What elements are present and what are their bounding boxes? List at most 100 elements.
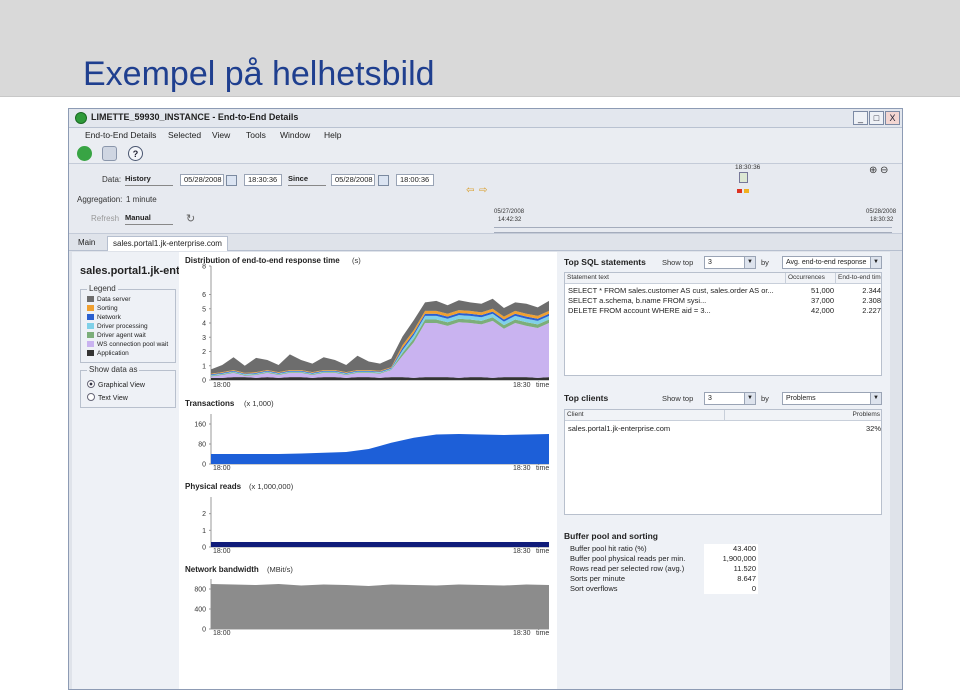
reads-x-label: time bbox=[536, 548, 550, 555]
close-button[interactable]: X bbox=[885, 111, 900, 125]
chevron-down-icon: ▼ bbox=[744, 257, 755, 268]
menu-selected[interactable]: Selected bbox=[168, 130, 201, 140]
zoom-in-icon[interactable]: ⊕ bbox=[869, 165, 877, 176]
reads-chart-title: Physical reads bbox=[185, 482, 242, 491]
transactions-x-start: 18:00 bbox=[213, 465, 231, 472]
legend-swatch bbox=[87, 341, 94, 347]
range-start-time: 14:42:32 bbox=[498, 217, 522, 223]
data-mode-dropdown[interactable]: History bbox=[125, 173, 173, 186]
menu-window[interactable]: Window bbox=[280, 130, 310, 140]
refresh-dropdown[interactable]: Manual bbox=[125, 212, 173, 225]
charts-panel: Distribution of end-to-end response time… bbox=[179, 252, 557, 689]
y-tick-label: 0 bbox=[202, 378, 206, 385]
help-icon[interactable]: ? bbox=[128, 146, 143, 161]
legend-label: Data server bbox=[97, 296, 131, 303]
radio-selected-icon bbox=[87, 380, 95, 388]
legend-label: Application bbox=[97, 350, 129, 357]
sql-title: Top SQL statements bbox=[564, 257, 646, 267]
sql-col-time[interactable]: End-to-end time bbox=[836, 273, 881, 284]
text-view-label: Text View bbox=[98, 395, 128, 402]
minimize-button[interactable]: _ bbox=[853, 111, 868, 125]
series-area bbox=[211, 434, 549, 464]
sql-show-top-select[interactable]: 3 ▼ bbox=[704, 256, 756, 269]
tab-main[interactable]: Main bbox=[73, 236, 100, 251]
range-end-time: 18:30:32 bbox=[870, 217, 894, 223]
buffer-title: Buffer pool and sorting bbox=[564, 531, 658, 541]
to-date-field[interactable]: 05/28/2008 bbox=[331, 174, 375, 186]
legend-item: Network bbox=[87, 314, 121, 321]
response-x-end: 18:30 bbox=[513, 382, 531, 389]
slider-time-label: 18:30:36 bbox=[735, 164, 761, 171]
time-controls: Data: History 05/28/2008 18:30:36 Since … bbox=[69, 164, 902, 234]
refresh-go-icon[interactable] bbox=[77, 146, 92, 161]
clients-by-label: by bbox=[761, 394, 769, 403]
sql-by-select[interactable]: Avg. end-to-end response ▼ bbox=[782, 256, 882, 269]
sql-col-statement[interactable]: Statement text bbox=[565, 273, 786, 284]
clients-by-select[interactable]: Problems ▼ bbox=[782, 392, 882, 405]
from-time-field[interactable]: 18:30:36 bbox=[244, 174, 282, 186]
buffer-stat-label: Buffer pool physical reads per min. bbox=[570, 554, 686, 563]
graphical-view-radio[interactable]: Graphical View bbox=[87, 380, 145, 389]
window-title: LIMETTE_59930_INSTANCE - End-to-End Deta… bbox=[91, 112, 299, 122]
reads-x-end: 18:30 bbox=[513, 548, 531, 555]
menu-end-to-end-details[interactable]: End-to-End Details bbox=[85, 130, 156, 140]
legend-item: Sorting bbox=[87, 305, 118, 312]
sql-statement-cell[interactable]: DELETE FROM account WHERE aid = 3... bbox=[568, 306, 784, 316]
legend-label: WS connection pool wait bbox=[97, 341, 169, 348]
since-dropdown[interactable]: Since bbox=[288, 173, 326, 186]
clients-col-client[interactable]: Client bbox=[565, 410, 725, 421]
buffer-stat-value: 0 bbox=[704, 584, 758, 594]
legend-label: Sorting bbox=[97, 305, 118, 312]
tab-bar: Main sales.portal1.jk-enterprise.com bbox=[69, 234, 902, 251]
client-problems-cell: 32% bbox=[865, 424, 881, 433]
transactions-x-label: time bbox=[536, 465, 550, 472]
calendar-icon[interactable] bbox=[226, 175, 237, 186]
print-icon[interactable] bbox=[102, 146, 117, 161]
network-x-label: time bbox=[536, 630, 550, 637]
maximize-button[interactable]: □ bbox=[869, 111, 884, 125]
sql-occurrences-cell: 37,000 bbox=[811, 296, 834, 305]
zoom-out-icon[interactable]: ⊖ bbox=[880, 165, 888, 176]
legend-title: Legend bbox=[87, 284, 118, 293]
clients-col-problems[interactable]: Problems bbox=[725, 410, 881, 421]
sql-statement-cell[interactable]: SELECT a.schema, b.name FROM sysi... bbox=[568, 296, 784, 306]
text-view-radio[interactable]: Text View bbox=[87, 393, 128, 402]
sql-statement-cell[interactable]: SELECT * FROM sales.customer AS cust, sa… bbox=[568, 286, 784, 296]
menu-help[interactable]: Help bbox=[324, 130, 341, 140]
warning-marker bbox=[744, 189, 749, 193]
clients-show-top-select[interactable]: 3 ▼ bbox=[704, 392, 756, 405]
legend-swatch bbox=[87, 305, 94, 311]
y-tick-label: 3 bbox=[202, 335, 206, 342]
buffer-stat-label: Sort overflows bbox=[570, 584, 618, 593]
data-label: Data: bbox=[102, 175, 122, 184]
app-status-icon bbox=[75, 112, 87, 124]
menu-tools[interactable]: Tools bbox=[246, 130, 266, 140]
y-tick-label: 80 bbox=[198, 442, 206, 449]
legend-swatch bbox=[87, 350, 94, 356]
transactions-x-end: 18:30 bbox=[513, 465, 531, 472]
range-end-date: 05/28/2008 bbox=[866, 209, 897, 215]
sql-time-cell: 2.227 bbox=[862, 306, 881, 315]
from-date-field[interactable]: 05/28/2008 bbox=[180, 174, 224, 186]
time-range-track[interactable] bbox=[494, 227, 892, 233]
buffer-stat-value: 1,900,000 bbox=[704, 554, 758, 564]
client-cell[interactable]: sales.portal1.jk-enterprise.com bbox=[568, 424, 724, 434]
sql-col-occurrences[interactable]: Occurrences bbox=[786, 273, 836, 284]
to-time-field[interactable]: 18:00:36 bbox=[396, 174, 434, 186]
back-arrow-icon[interactable]: ⇦ bbox=[466, 185, 474, 196]
tab-host-details[interactable]: sales.portal1.jk-enterprise.com bbox=[107, 236, 228, 251]
y-tick-label: 4 bbox=[202, 321, 206, 328]
buffer-stat-label: Sorts per minute bbox=[570, 574, 626, 583]
legend-swatch bbox=[87, 314, 94, 320]
calendar-icon[interactable] bbox=[378, 175, 389, 186]
aggregation-label: Aggregation: bbox=[77, 195, 123, 204]
legend-swatch bbox=[87, 332, 94, 338]
forward-arrow-icon[interactable]: ⇨ bbox=[479, 185, 487, 196]
series-area bbox=[211, 542, 549, 547]
menu-view[interactable]: View bbox=[212, 130, 230, 140]
refresh-arrow-icon[interactable]: ↻ bbox=[186, 212, 195, 225]
time-slider-handle[interactable] bbox=[739, 172, 748, 183]
response-time-chart: 012345680801600120400800 bbox=[194, 264, 549, 634]
aggregation-value[interactable]: 1 minute bbox=[126, 195, 157, 204]
clients-by-value: Problems bbox=[786, 395, 816, 402]
